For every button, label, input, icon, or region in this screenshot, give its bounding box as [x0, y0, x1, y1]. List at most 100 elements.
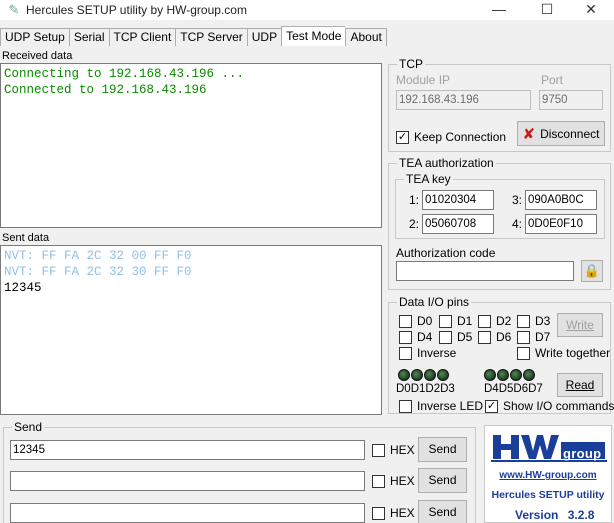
maximize-button[interactable]: ☐ — [524, 0, 570, 20]
send-field-3[interactable] — [10, 503, 365, 523]
pin-d6-checkbox[interactable] — [478, 330, 491, 344]
pin-d2-checkbox[interactable] — [478, 314, 491, 328]
lock-button[interactable]: 🔒 — [581, 260, 603, 282]
tea-key-1-label: 1: — [409, 193, 420, 207]
tab-tcp-client[interactable]: TCP Client — [108, 28, 176, 46]
hercules-app-icon: ✎ — [8, 2, 20, 17]
tea-key-4-field[interactable]: 0D0E0F10 — [525, 214, 597, 234]
pin-d0-checkbox[interactable] — [399, 314, 412, 328]
tea-key-4-label: 4: — [512, 217, 523, 231]
send-button-3[interactable]: Send — [418, 500, 467, 523]
tea-group: TEA authorization TEA key 1: 01020304 3:… — [388, 156, 611, 290]
pin-d3-checkbox[interactable] — [517, 314, 530, 328]
pin-d7[interactable]: D7 — [517, 330, 550, 344]
sent-line: 12345 — [4, 281, 42, 295]
tea-key-2-label: 2: — [409, 217, 420, 231]
authorization-code-field[interactable] — [396, 261, 574, 281]
inverse-led-row[interactable]: Inverse LED — [399, 399, 483, 413]
keep-connection-row[interactable]: ✓ Keep Connection — [396, 130, 506, 144]
module-ip-label: Module IP — [396, 73, 451, 87]
send-hex-3-checkbox[interactable] — [372, 506, 385, 520]
led-d6 — [510, 369, 522, 381]
pin-d3[interactable]: D3 — [517, 314, 550, 328]
keep-connection-label: Keep Connection — [414, 130, 507, 144]
sent-data-label: Sent data — [2, 232, 50, 244]
tcp-group: TCP Module IP 192.168.43.196 Port 9750 ✓… — [388, 57, 611, 152]
logo-url[interactable]: www.HW-group.com — [485, 470, 611, 481]
tab-serial[interactable]: Serial — [68, 28, 109, 46]
data-io-title: Data I/O pins — [397, 295, 472, 309]
read-button[interactable]: Read — [557, 373, 603, 397]
led-d5 — [497, 369, 509, 381]
tea-key-2-field[interactable]: 05060708 — [422, 214, 494, 234]
send-hex-2-checkbox[interactable] — [372, 474, 385, 488]
tea-key-3-label: 3: — [512, 193, 523, 207]
tea-key-1-field[interactable]: 01020304 — [422, 190, 494, 210]
send-hex-3-label: HEX — [390, 506, 415, 520]
inverse-checkbox[interactable] — [399, 346, 412, 360]
logo-version-label: Version — [515, 508, 559, 522]
leds-d4-d7-label: D4D5D6D7 — [484, 383, 543, 395]
send-button-2[interactable]: Send — [418, 468, 467, 493]
led-d7 — [523, 369, 535, 381]
send-field-2[interactable] — [10, 471, 365, 491]
pin-d5-label: D5 — [457, 330, 473, 344]
pin-d5[interactable]: D5 — [439, 330, 472, 344]
sent-data-area[interactable]: NVT: FF FA 2C 32 00 FF F0 NVT: FF FA 2C … — [0, 245, 382, 415]
tab-about[interactable]: About — [345, 28, 387, 46]
pin-d6[interactable]: D6 — [478, 330, 511, 344]
pin-d3-label: D3 — [535, 314, 551, 328]
leds-d0-d3 — [398, 369, 449, 381]
tab-test-mode[interactable]: Test Mode — [281, 26, 346, 46]
pin-d4-checkbox[interactable] — [399, 330, 412, 344]
close-button[interactable]: ✕ — [568, 0, 614, 20]
received-data-area[interactable]: Connecting to 192.168.43.196 ... Connect… — [0, 63, 382, 228]
pin-d7-checkbox[interactable] — [517, 330, 530, 344]
send-hex-1-checkbox[interactable] — [372, 443, 385, 457]
pin-d1[interactable]: D1 — [439, 314, 472, 328]
show-io-row[interactable]: ✓ Show I/O commands — [485, 399, 614, 413]
inverse-label: Inverse — [417, 346, 457, 360]
sent-line: NVT: FF FA 2C 32 00 FF F0 — [4, 249, 192, 263]
inverse-led-checkbox[interactable] — [399, 399, 412, 413]
pin-d0[interactable]: D0 — [399, 314, 432, 328]
send-hex-1-label: HEX — [390, 443, 415, 457]
title-bar: ✎ Hercules SETUP utility by HW-group.com… — [0, 0, 614, 20]
tcp-group-title: TCP — [397, 57, 425, 71]
disconnect-label: Disconnect — [540, 126, 600, 141]
pin-d1-label: D1 — [457, 314, 473, 328]
send-hex-2-row[interactable]: HEX — [372, 474, 415, 488]
module-ip-field[interactable]: 192.168.43.196 — [396, 90, 531, 110]
send-hex-1-row[interactable]: HEX — [372, 443, 415, 457]
tab-udp-setup[interactable]: UDP Setup — [0, 28, 69, 46]
inverse-row[interactable]: Inverse — [399, 346, 456, 360]
send-hex-2-label: HEX — [390, 474, 415, 488]
send-hex-3-row[interactable]: HEX — [372, 506, 415, 520]
tab-bar: UDP Setup Serial TCP Client TCP Server U… — [0, 26, 387, 46]
write-together-checkbox[interactable] — [517, 346, 530, 360]
pin-d5-checkbox[interactable] — [439, 330, 452, 344]
led-d3 — [437, 369, 449, 381]
minimize-button[interactable]: — — [476, 0, 522, 20]
tea-key-3-field[interactable]: 090A0B0C — [525, 190, 597, 210]
tea-group-title: TEA authorization — [397, 156, 496, 170]
received-data-label: Received data — [2, 50, 73, 62]
pin-d2-label: D2 — [496, 314, 512, 328]
pin-d2[interactable]: D2 — [478, 314, 511, 328]
tea-key-title: TEA key — [404, 172, 453, 186]
pin-d4[interactable]: D4 — [399, 330, 432, 344]
write-together-row[interactable]: Write together — [517, 346, 610, 360]
show-io-checkbox[interactable]: ✓ — [485, 399, 498, 413]
send-button-1[interactable]: Send — [418, 437, 467, 462]
disconnect-button[interactable]: ✘ Disconnect — [517, 121, 605, 146]
tab-tcp-server[interactable]: TCP Server — [175, 28, 247, 46]
pin-d1-checkbox[interactable] — [439, 314, 452, 328]
window-title: Hercules SETUP utility by HW-group.com — [26, 3, 247, 17]
send-field-1[interactable]: 12345 — [10, 440, 365, 460]
write-button[interactable]: Write — [557, 313, 603, 337]
hw-group-logo[interactable]: group www.HW-group.com Hercules SETUP ut… — [484, 425, 612, 523]
keep-connection-checkbox[interactable]: ✓ — [396, 130, 409, 144]
lock-icon: 🔒 — [583, 263, 601, 278]
port-field[interactable]: 9750 — [539, 90, 603, 110]
tab-udp[interactable]: UDP — [246, 28, 282, 46]
